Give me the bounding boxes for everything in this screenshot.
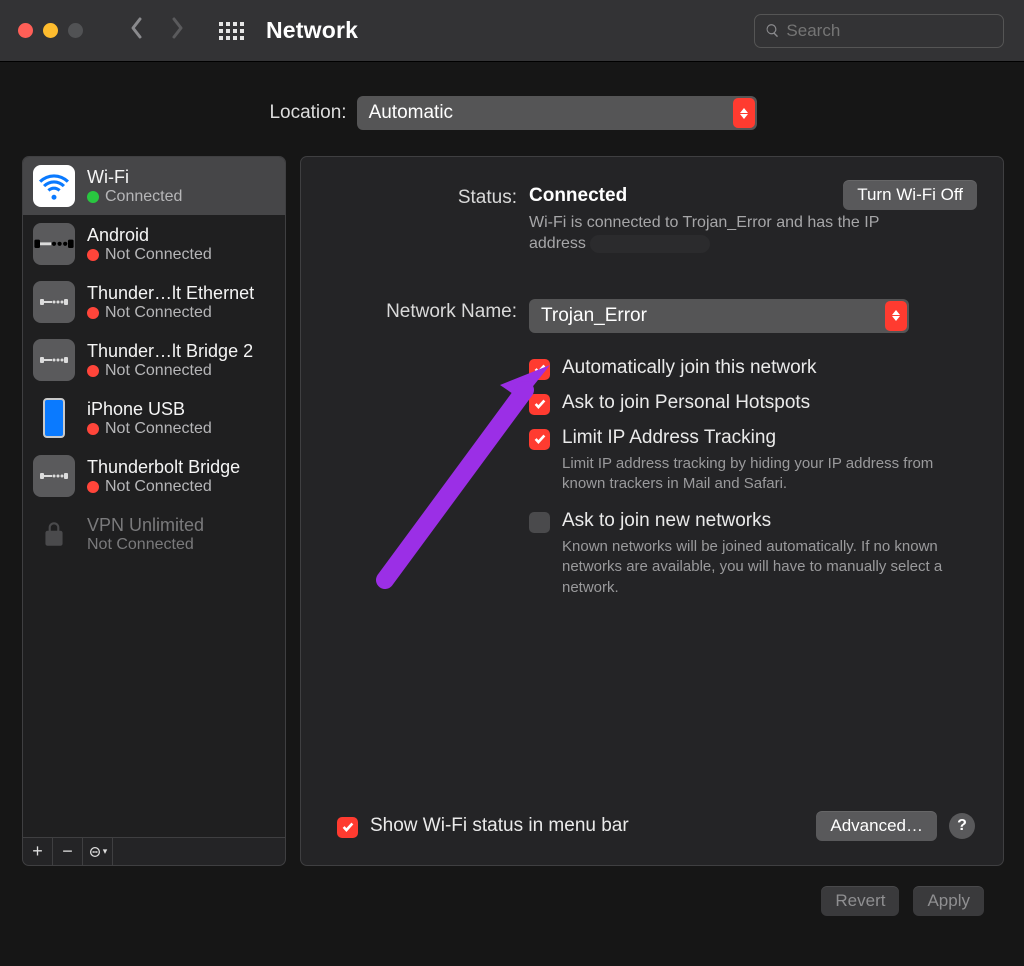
service-name: Wi-Fi bbox=[87, 167, 182, 188]
lock-icon bbox=[33, 513, 75, 555]
service-status: Not Connected bbox=[87, 536, 194, 554]
window-footer: Revert Apply bbox=[22, 866, 1004, 916]
service-status: Not Connected bbox=[105, 304, 212, 322]
service-actions-button[interactable]: ▾ bbox=[83, 838, 113, 865]
location-row: Location: Automatic bbox=[22, 96, 1004, 130]
turn-wifi-off-button[interactable]: Turn Wi-Fi Off bbox=[843, 180, 977, 210]
service-name: VPN Unlimited bbox=[87, 515, 204, 536]
service-item-iphone-usb[interactable]: iPhone USB Not Connected bbox=[23, 389, 285, 447]
status-dot-icon bbox=[87, 191, 99, 203]
location-value: Automatic bbox=[369, 102, 453, 124]
status-dot-icon bbox=[87, 481, 99, 493]
service-status: Connected bbox=[105, 188, 182, 206]
status-dot-icon bbox=[87, 307, 99, 319]
ethernet-icon bbox=[33, 455, 75, 497]
sidebar: Wi-Fi Connected Android Not Connected bbox=[22, 156, 286, 866]
service-name: iPhone USB bbox=[87, 399, 212, 420]
nav-arrows bbox=[129, 16, 185, 45]
minimize-window-button[interactable] bbox=[43, 23, 58, 38]
phone-icon bbox=[33, 397, 75, 439]
service-item-thunderbolt-bridge[interactable]: Thunderbolt Bridge Not Connected bbox=[23, 447, 285, 505]
status-dot-icon bbox=[87, 365, 99, 377]
service-name: Thunder…lt Ethernet bbox=[87, 283, 254, 304]
search-icon bbox=[765, 22, 780, 39]
service-item-thunderbolt-ethernet[interactable]: Thunder…lt Ethernet Not Connected bbox=[23, 273, 285, 331]
service-item-vpn[interactable]: VPN Unlimited Not Connected bbox=[23, 505, 285, 563]
forward-button[interactable] bbox=[169, 16, 185, 45]
search-input[interactable] bbox=[786, 21, 993, 41]
location-label: Location: bbox=[269, 102, 346, 124]
status-detail: Wi-Fi is connected to Trojan_Error and h… bbox=[529, 213, 929, 255]
back-button[interactable] bbox=[129, 16, 145, 45]
limit-tracking-subtext: Limit IP address tracking by hiding your… bbox=[562, 454, 962, 495]
service-status: Not Connected bbox=[105, 420, 212, 438]
auto-join-checkbox[interactable] bbox=[529, 359, 550, 380]
ask-hotspots-checkbox[interactable] bbox=[529, 394, 550, 415]
window-controls bbox=[18, 23, 83, 38]
stepper-icon bbox=[885, 301, 907, 331]
add-service-button[interactable]: + bbox=[23, 838, 53, 865]
service-name: Android bbox=[87, 225, 212, 246]
service-name: Thunder…lt Bridge 2 bbox=[87, 341, 253, 362]
service-list: Wi-Fi Connected Android Not Connected bbox=[22, 156, 286, 838]
service-item-thunderbolt-bridge-2[interactable]: Thunder…lt Bridge 2 Not Connected bbox=[23, 331, 285, 389]
titlebar: Network bbox=[0, 0, 1024, 62]
wifi-icon bbox=[33, 165, 75, 207]
ask-new-networks-checkbox[interactable] bbox=[529, 512, 550, 533]
apply-button[interactable]: Apply bbox=[913, 886, 984, 916]
revert-button[interactable]: Revert bbox=[821, 886, 899, 916]
service-status: Not Connected bbox=[105, 478, 212, 496]
page-title: Network bbox=[266, 17, 358, 44]
limit-tracking-checkbox[interactable] bbox=[529, 429, 550, 450]
sidebar-footer: + − ▾ bbox=[22, 838, 286, 866]
service-status: Not Connected bbox=[105, 362, 212, 380]
help-button[interactable]: ? bbox=[949, 813, 975, 839]
status-dot-icon bbox=[87, 249, 99, 261]
advanced-button[interactable]: Advanced… bbox=[816, 811, 937, 841]
service-status: Not Connected bbox=[105, 246, 212, 264]
redacted-ip bbox=[590, 235, 710, 253]
service-item-android[interactable]: Android Not Connected bbox=[23, 215, 285, 273]
limit-tracking-label: Limit IP Address Tracking bbox=[562, 427, 776, 449]
main-panel: Turn Wi-Fi Off Status: Connected Wi-Fi i… bbox=[300, 156, 1004, 866]
service-name: Thunderbolt Bridge bbox=[87, 457, 240, 478]
ethernet-icon bbox=[33, 223, 75, 265]
ethernet-icon bbox=[33, 281, 75, 323]
stepper-icon bbox=[733, 98, 755, 128]
network-name-value: Trojan_Error bbox=[541, 305, 647, 327]
ask-new-networks-label: Ask to join new networks bbox=[562, 510, 771, 532]
ethernet-icon bbox=[33, 339, 75, 381]
status-dot-icon bbox=[87, 423, 99, 435]
ask-hotspots-label: Ask to join Personal Hotspots bbox=[562, 392, 810, 414]
network-name-select[interactable]: Trojan_Error bbox=[529, 299, 909, 333]
show-status-label: Show Wi-Fi status in menu bar bbox=[370, 815, 629, 837]
remove-service-button[interactable]: − bbox=[53, 838, 83, 865]
ask-new-networks-subtext: Known networks will be joined automatica… bbox=[562, 537, 962, 598]
search-field[interactable] bbox=[754, 14, 1004, 48]
zoom-window-button[interactable] bbox=[68, 23, 83, 38]
show-all-prefs-button[interactable] bbox=[219, 22, 244, 40]
close-window-button[interactable] bbox=[18, 23, 33, 38]
service-item-wifi[interactable]: Wi-Fi Connected bbox=[23, 157, 285, 215]
status-label: Status: bbox=[329, 185, 517, 255]
auto-join-label: Automatically join this network bbox=[562, 357, 817, 379]
location-select[interactable]: Automatic bbox=[357, 96, 757, 130]
show-status-checkbox[interactable] bbox=[337, 817, 358, 838]
network-name-label: Network Name: bbox=[329, 299, 517, 333]
